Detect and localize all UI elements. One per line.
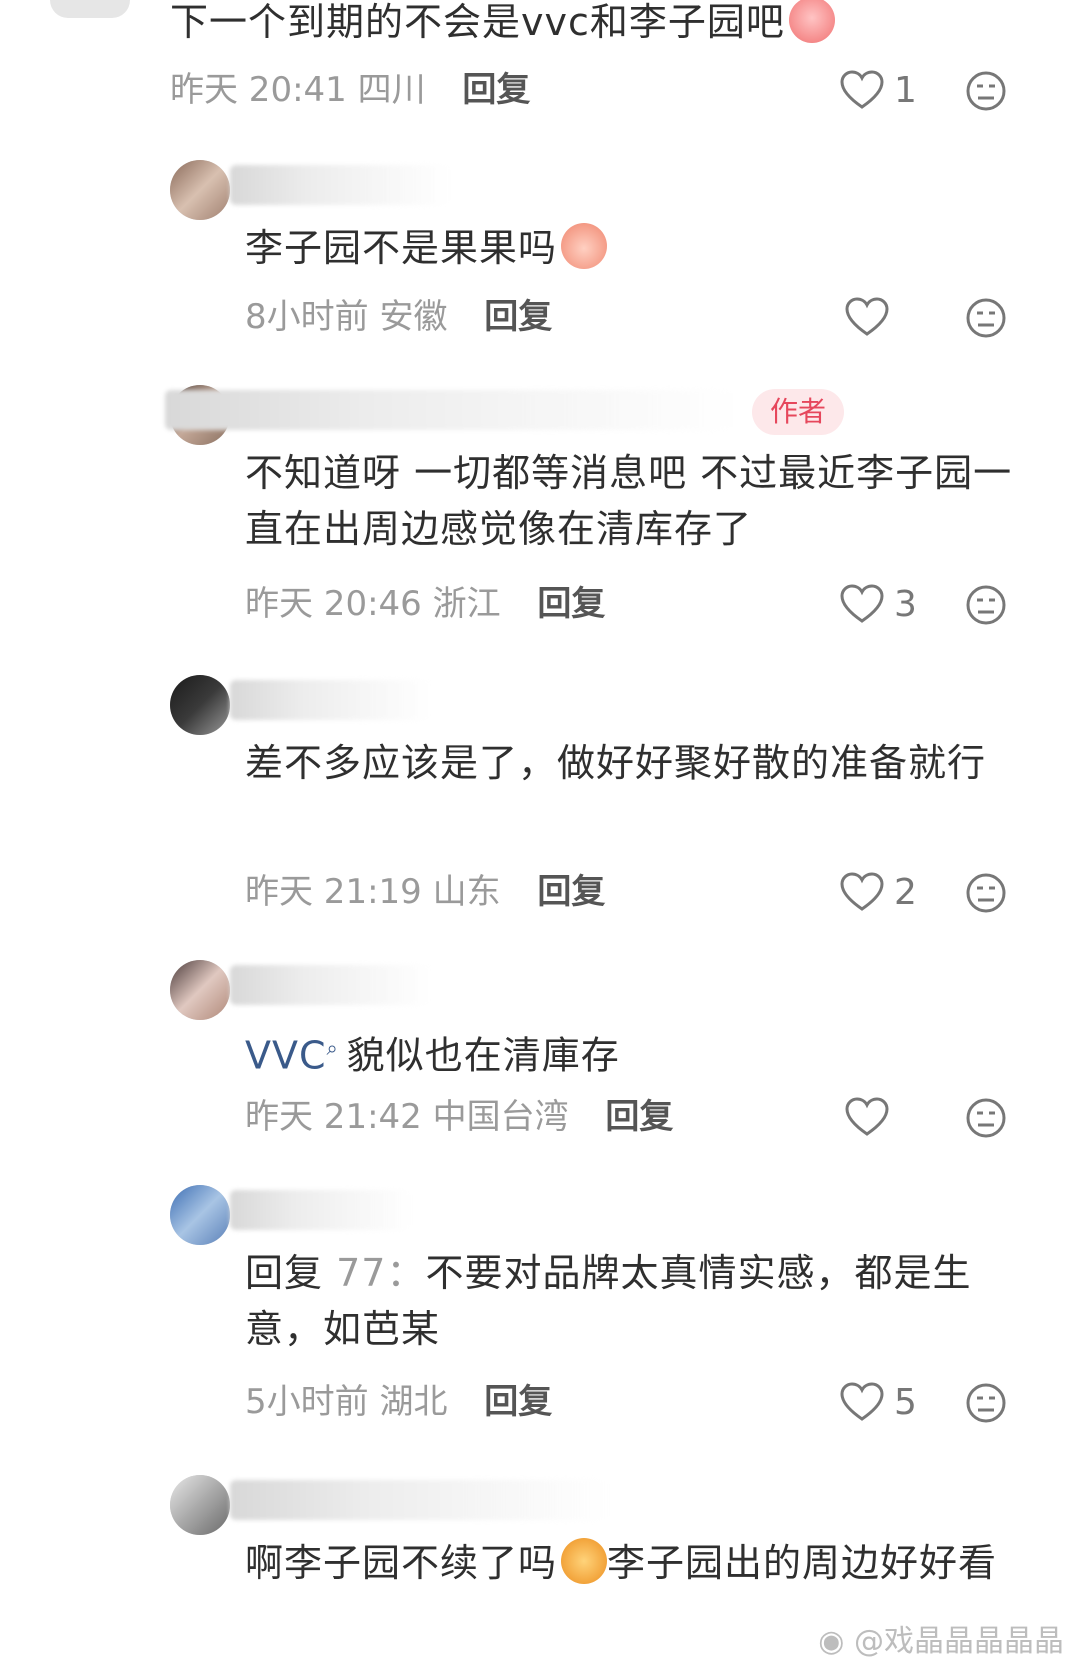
heart-icon (845, 297, 889, 336)
search-icon: ⌕ (326, 1036, 339, 1060)
comment-meta: 昨天 20:41 四川 回复 (170, 68, 530, 112)
like-button[interactable]: 3 (840, 582, 917, 626)
like-button[interactable]: 2 (840, 870, 917, 914)
watermark: ◉ @戏晶晶晶晶晶 (818, 1624, 1064, 1659)
heart-icon (840, 584, 884, 623)
crying-cat-icon (561, 1538, 608, 1584)
peach-cry-icon (561, 223, 608, 269)
dislike-icon[interactable] (965, 872, 1007, 914)
comment-location: 安徽 (379, 297, 448, 337)
like-count: 1 (894, 69, 917, 111)
reply-button[interactable]: 回复 (537, 872, 605, 912)
comment-meta: 昨天 21:19 山东 回复 (245, 870, 605, 914)
username-redacted (230, 1480, 610, 1520)
like-count: 2 (894, 871, 917, 913)
comment-text: 下一个到期的不会是vvc和李子园吧 (170, 0, 1050, 50)
reply-button[interactable]: 回复 (462, 70, 530, 110)
weibo-logo-icon: ◉ (818, 1624, 845, 1659)
reply-prefix: 回复 (245, 1251, 324, 1295)
comment-location: 山东 (432, 872, 501, 912)
like-count: 3 (894, 583, 917, 625)
reply-button[interactable]: 回复 (537, 584, 605, 624)
reply-button[interactable]: 回复 (605, 1097, 673, 1137)
like-button[interactable] (845, 295, 889, 339)
heart-icon (840, 70, 884, 109)
comment-meta: 8小时前 安徽 回复 (245, 295, 552, 339)
comment-time: 昨天 21:42 (245, 1097, 422, 1137)
comment-location: 四川 (357, 70, 426, 110)
like-button[interactable]: 1 (840, 68, 917, 112)
comment-location: 浙江 (432, 584, 501, 624)
dislike-icon[interactable] (965, 584, 1007, 626)
like-count: 5 (894, 1381, 917, 1423)
comment-time: 昨天 20:46 (245, 584, 422, 624)
mention-link[interactable]: VVC (245, 1034, 327, 1078)
comment-text: 差不多应该是了，做好好聚好散的准备就行 (245, 741, 987, 785)
avatar[interactable] (170, 960, 230, 1020)
comment-text: 回复 77：不要对品牌太真情实感，都是生意，如芭某 (245, 1251, 972, 1351)
avatar[interactable] (170, 675, 230, 735)
heart-icon (840, 872, 884, 911)
previous-avatar-stub (50, 0, 130, 18)
comment-meta: 昨天 20:46 浙江 回复 (245, 582, 605, 626)
username-redacted (230, 165, 450, 205)
username-redacted (165, 390, 735, 430)
comment-location: 中国台湾 (432, 1097, 569, 1137)
comment-meta: 昨天 21:42 中国台湾 回复 (245, 1095, 673, 1139)
dislike-icon[interactable] (965, 1097, 1007, 1139)
reply-button[interactable]: 回复 (484, 1382, 552, 1422)
avatar[interactable] (170, 160, 230, 220)
comment-location: 湖北 (379, 1382, 448, 1422)
crying-face-icon (788, 0, 835, 43)
comment-time: 8小时前 (245, 297, 369, 337)
username-redacted (230, 965, 430, 1005)
reply-to-user[interactable]: 77： (336, 1251, 425, 1295)
comment-time: 昨天 21:19 (245, 872, 422, 912)
comment-text: VVC⌕ 貌似也在清庫存 (245, 1033, 620, 1078)
username-redacted (230, 680, 430, 720)
comment-time: 5小时前 (245, 1382, 369, 1422)
comment-text: 李子园不是果果吗 (245, 220, 1045, 276)
dislike-icon[interactable] (965, 70, 1007, 112)
like-button[interactable] (845, 1095, 889, 1139)
heart-icon (845, 1097, 889, 1136)
comment-text: 啊李子园不续了吗 李子园出的周边好好看 (245, 1535, 1035, 1591)
avatar[interactable] (170, 1185, 230, 1245)
comment-meta: 5小时前 湖北 回复 (245, 1380, 552, 1424)
username-redacted (230, 1190, 410, 1230)
comment-time: 昨天 20:41 (170, 70, 347, 110)
avatar[interactable] (170, 1475, 230, 1535)
dislike-icon[interactable] (965, 1382, 1007, 1424)
comment-text: 不知道呀 一切都等消息吧 不过最近李子园一直在出周边感觉像在清库存了 (245, 451, 1013, 551)
dislike-icon[interactable] (965, 297, 1007, 339)
like-button[interactable]: 5 (840, 1380, 917, 1424)
reply-button[interactable]: 回复 (484, 297, 552, 337)
heart-icon (840, 1382, 884, 1421)
author-badge: 作者 (752, 389, 845, 435)
